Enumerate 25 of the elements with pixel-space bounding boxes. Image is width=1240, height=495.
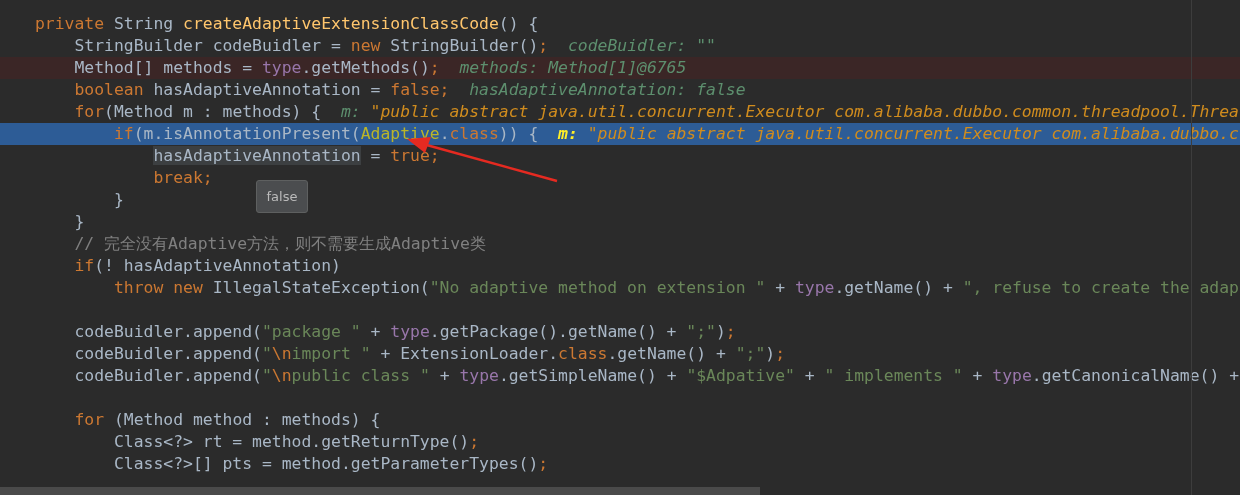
code-line: // 完全没有Adaptive方法，则不需要生成Adaptive类	[73, 233, 486, 255]
code-line: Method[] methods = type.getMethods();	[73, 57, 440, 79]
code-line: codeBuidler.append("\nimport " + ExtensionLoader.class.getName() + ";");	[73, 343, 786, 365]
code-line: private String createAdaptiveExtensionClassCode() {	[34, 13, 539, 35]
code-line: break;	[152, 167, 213, 189]
code-line: boolean hasAdaptiveAnnotation = false;	[73, 79, 450, 101]
code-line: Class<?>[] pts = method.getParameterTypes();	[112, 453, 549, 475]
code-line: throw new IllegalStateException("No adaptive method on extension " + type.getName() + ", refuse to create the adap	[112, 277, 1239, 299]
inline-debug-value: m: "public abstract java.util.concurrent.Executor com.alibaba.dubbo.common.threadpool.Threa	[340, 101, 1239, 123]
code-line: for(Method m : methods) {	[73, 101, 322, 123]
code-line: codeBuidler.append("\npublic class " + type.getSimpleName() + "$Adpative" + " implements " + type.getCanonicalName() +	[73, 365, 1240, 387]
scrollbar[interactable]	[0, 487, 760, 495]
inline-debug-value: codeBuidler: ""	[567, 35, 716, 57]
code-line: StringBuilder codeBuidler = new StringBuilder();	[73, 35, 549, 57]
tooltip: false	[256, 180, 308, 213]
code-line: if(m.isAnnotationPresent(Adaptive.class)) {	[112, 123, 539, 145]
code-line: if(! hasAdaptiveAnnotation)	[73, 255, 341, 277]
code-line: codeBuidler.append("package " + type.getPackage().getName() + ";");	[73, 321, 736, 343]
code-line: for (Method method : methods) {	[73, 409, 381, 431]
code-line: Class<?> rt = method.getReturnType();	[112, 431, 480, 453]
inline-debug-value: methods: Method[1]@6765	[459, 57, 687, 79]
inline-debug-value: m: "public abstract java.util.concurrent.Executor com.alibaba.dubbo.c	[558, 123, 1239, 145]
code-line: }	[112, 189, 124, 211]
inline-debug-value: hasAdaptiveAnnotation: false	[469, 79, 746, 101]
code-line: }	[73, 211, 85, 233]
